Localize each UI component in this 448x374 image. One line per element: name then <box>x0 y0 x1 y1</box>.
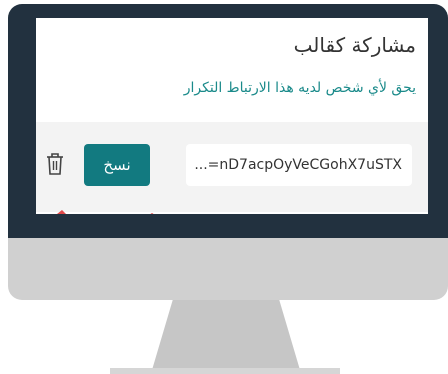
trash-icon[interactable] <box>46 152 64 176</box>
share-link-field[interactable]: ...=nD7acpOyVeCGohX7uSTX <box>186 144 412 186</box>
share-link-row: ...=nD7acpOyVeCGohX7uSTX نسخ <box>36 122 428 212</box>
monitor-stand <box>152 300 300 370</box>
dialog-subtitle: يحق لأي شخص لديه هذا الارتباط التكرار <box>183 80 416 96</box>
copy-button[interactable]: نسخ <box>84 144 150 186</box>
share-link-text: ...=nD7acpOyVeCGohX7uSTX <box>194 157 402 173</box>
dialog-title: مشاركة كقالب <box>293 33 416 57</box>
background-decoration <box>57 210 154 214</box>
monitor-chin <box>8 238 448 300</box>
monitor-screen: مشاركة كقالب يحق لأي شخص لديه هذا الارتب… <box>36 18 428 214</box>
monitor-base <box>110 368 340 374</box>
